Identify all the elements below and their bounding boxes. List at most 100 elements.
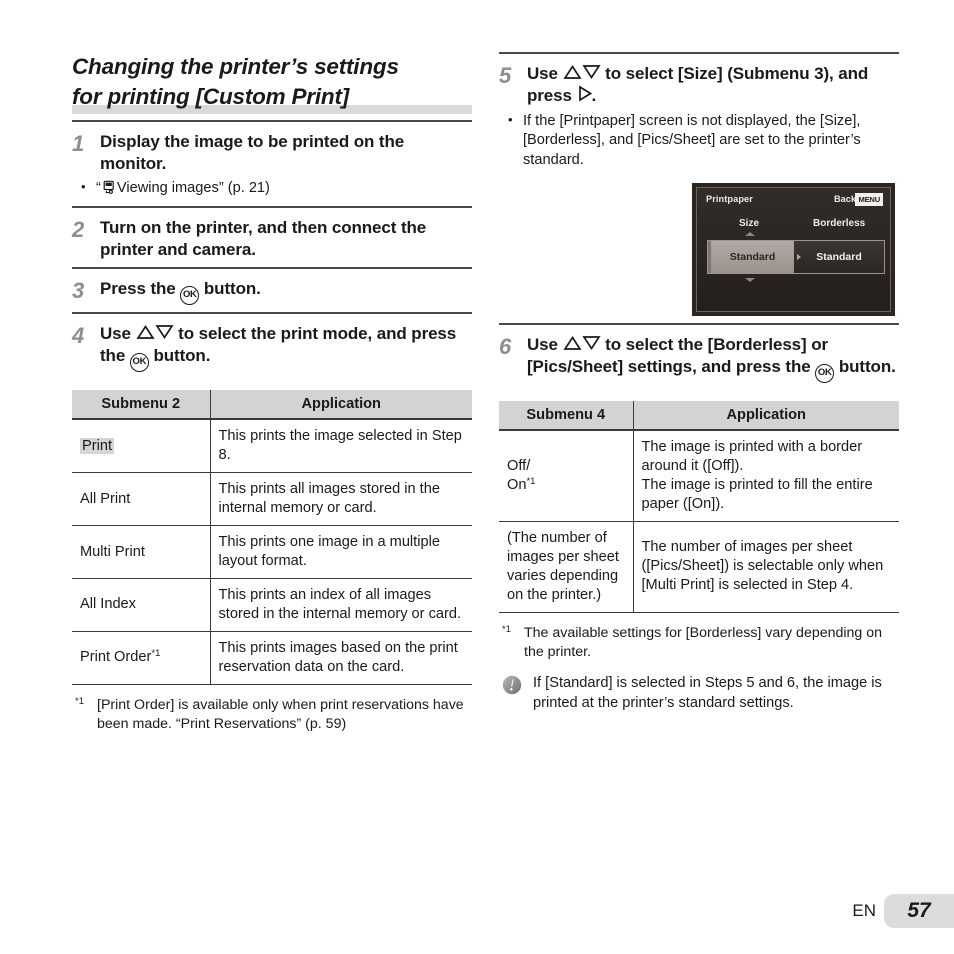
camera-screen-inner: Printpaper Back MENU Size Borderless Sta… [696, 187, 891, 313]
step-3-text: Press the OK button. [100, 278, 472, 306]
step-1-bullets: “ Viewing images” (p. 21) [72, 178, 472, 199]
arrow-down-icon [154, 324, 174, 340]
arrow-down-icon [581, 64, 601, 80]
right-footnote: *1 The available settings for [Borderles… [499, 624, 899, 663]
arrow-up-icon [135, 324, 155, 340]
submenu4-value-off: Off/ [507, 457, 531, 474]
step-4-head: 4 Use to select the print mode, and pres… [72, 323, 472, 373]
submenu4-cell-label: Off/On*1 [499, 429, 634, 522]
step-2-head: 2 Turn on the printer, and then connect … [72, 217, 472, 261]
submenu2-cell-label: All Index [72, 578, 211, 632]
submenu2-cell-label: All Print [72, 472, 211, 527]
step-2: 2 Turn on the printer, and then connect … [72, 205, 472, 268]
submenu4-value-on: On [507, 476, 527, 493]
camera-screen-borderless-value: Standard [794, 241, 884, 274]
footnote-marker: *1 [75, 695, 84, 707]
step-1: 1 Display the image to be printed on the… [72, 119, 472, 206]
step-6-text: Use to select the [Borderless] or [Pics/… [527, 334, 899, 383]
column-header-submenu4: Submenu 4 [499, 400, 634, 431]
footer-page-number: 57 [884, 894, 954, 928]
footnote-marker: *1 [526, 475, 536, 487]
menu-badge-icon: MENU [855, 193, 883, 207]
submenu4-cell-application: The number of images per sheet ([Pics/Sh… [633, 521, 899, 613]
table-row: All Print This prints all images stored … [72, 472, 472, 527]
quote-open: “ [96, 180, 101, 197]
right-caret-icon [797, 254, 801, 261]
submenu4-cell-application: The image is printed with a border aroun… [633, 429, 899, 522]
step-5-bullets: If the [Printpaper] screen is not displa… [499, 111, 899, 171]
step-4-number: 4 [72, 323, 85, 349]
list-item: If the [Printpaper] screen is not displa… [499, 111, 899, 171]
viewing-images-icon [102, 180, 116, 195]
right-column: 5 Use to select [Size] (Submenu 3), and … [499, 52, 899, 714]
step-6-text-pre: Use [527, 335, 563, 355]
table-header-row: Submenu 4 Application [499, 400, 899, 431]
step-5-text-post: . [591, 85, 597, 105]
table-row: Print This prints the image selected in … [72, 419, 472, 474]
page-title: Changing the printer’s settings for print… [72, 52, 472, 120]
submenu2-cell-label: Print Order*1 [72, 631, 211, 685]
step-4-text: Use to select the print mode, and press … [100, 323, 472, 373]
submenu4-cell-label: (The number of images per sheet varies d… [499, 521, 634, 613]
column-header-application: Application [210, 390, 472, 421]
table-row: Off/On*1 The image is printed with a bor… [499, 429, 899, 522]
step-4: 4 Use to select the print mode, and pres… [72, 312, 472, 379]
left-footnote-text: [Print Order] is available only when pri… [97, 696, 464, 733]
step-1-head: 1 Display the image to be printed on the… [72, 131, 472, 175]
camera-screen-back-label: Back [834, 194, 856, 205]
left-column: Changing the printer’s settings for print… [72, 52, 472, 734]
table-row: All Index This prints an index of all im… [72, 578, 472, 632]
page-title-text: Changing the printer’s settings for print… [72, 52, 472, 120]
scroll-down-arrow-icon [745, 278, 755, 283]
step-3-text-post: button. [199, 279, 261, 299]
submenu2-table: Submenu 2 Application Print This prints … [72, 390, 472, 685]
step-3-text-pre: Press the [100, 279, 181, 299]
ok-button-icon: OK [815, 363, 835, 383]
footnote-marker: *1 [151, 648, 161, 660]
ok-button-icon: OK [129, 353, 149, 373]
step-3: 3 Press the OK button. [72, 267, 472, 312]
scroll-up-arrow-icon [745, 232, 755, 237]
step-5-head: 5 Use to select [Size] (Submenu 3), and … [499, 63, 899, 107]
ok-button-icon: OK [180, 286, 200, 306]
submenu2-cell-label: Print [72, 419, 211, 474]
submenu2-cell-application: This prints one image in a multiple layo… [210, 525, 472, 579]
page-title-line1: Changing the printer’s settings [72, 54, 399, 79]
step-6-number: 6 [499, 334, 512, 360]
camera-screen-printpaper: Printpaper Back MENU Size Borderless Sta… [692, 183, 895, 317]
column-header-submenu2: Submenu 2 [72, 390, 211, 421]
step-6: 6 Use to select the [Borderless] or [Pic… [499, 323, 899, 390]
camera-screen-selection-row: Standard Standard [707, 240, 885, 275]
table-header-row: Submenu 2 Application [72, 390, 472, 421]
arrow-down-icon [581, 335, 601, 351]
step-5-text: Use to select [Size] (Submenu 3), and pr… [527, 63, 899, 107]
submenu2-cell-label: Multi Print [72, 525, 211, 579]
step-5: 5 Use to select [Size] (Submenu 3), and … [499, 52, 899, 323]
step-3-number: 3 [72, 278, 85, 304]
step-1-text: Display the image to be printed on the m… [100, 131, 472, 175]
arrow-right-icon [577, 85, 592, 102]
page-footer: EN 57 [852, 894, 954, 928]
step-1-instruction: Display the image to be printed on the m… [100, 131, 405, 173]
submenu2-value-print-order: Print Order [80, 649, 152, 666]
step-6-head: 6 Use to select the [Borderless] or [Pic… [499, 334, 899, 383]
table-row: (The number of images per sheet varies d… [499, 521, 899, 613]
left-footnote: *1 [Print Order] is available only when … [72, 696, 472, 735]
camera-screen-borderless-text: Standard [816, 251, 862, 264]
submenu2-cell-application: This prints images based on the print re… [210, 631, 472, 685]
step-2-number: 2 [72, 216, 85, 242]
camera-screen-title: Printpaper [706, 194, 753, 205]
table-row: Multi Print This prints one image in a m… [72, 525, 472, 579]
camera-screen-column-borderless: Borderless [813, 218, 866, 230]
page-title-line2: for printing [Custom Print] [72, 83, 350, 109]
step-5-text-pre: Use [527, 64, 563, 83]
step-1-number: 1 [72, 130, 85, 156]
step-3-head: 3 Press the OK button. [72, 278, 472, 306]
camera-screen-size-value: Standard [708, 241, 794, 274]
submenu2-value-print: Print [80, 437, 115, 454]
caution-note-text: If [Standard] is selected in Steps 5 and… [533, 675, 882, 712]
step-2-text: Turn on the printer, and then connect th… [100, 217, 427, 259]
arrow-up-icon [562, 64, 582, 80]
arrow-up-icon [562, 335, 582, 351]
submenu4-table: Submenu 4 Application Off/On*1 The image… [499, 400, 899, 613]
